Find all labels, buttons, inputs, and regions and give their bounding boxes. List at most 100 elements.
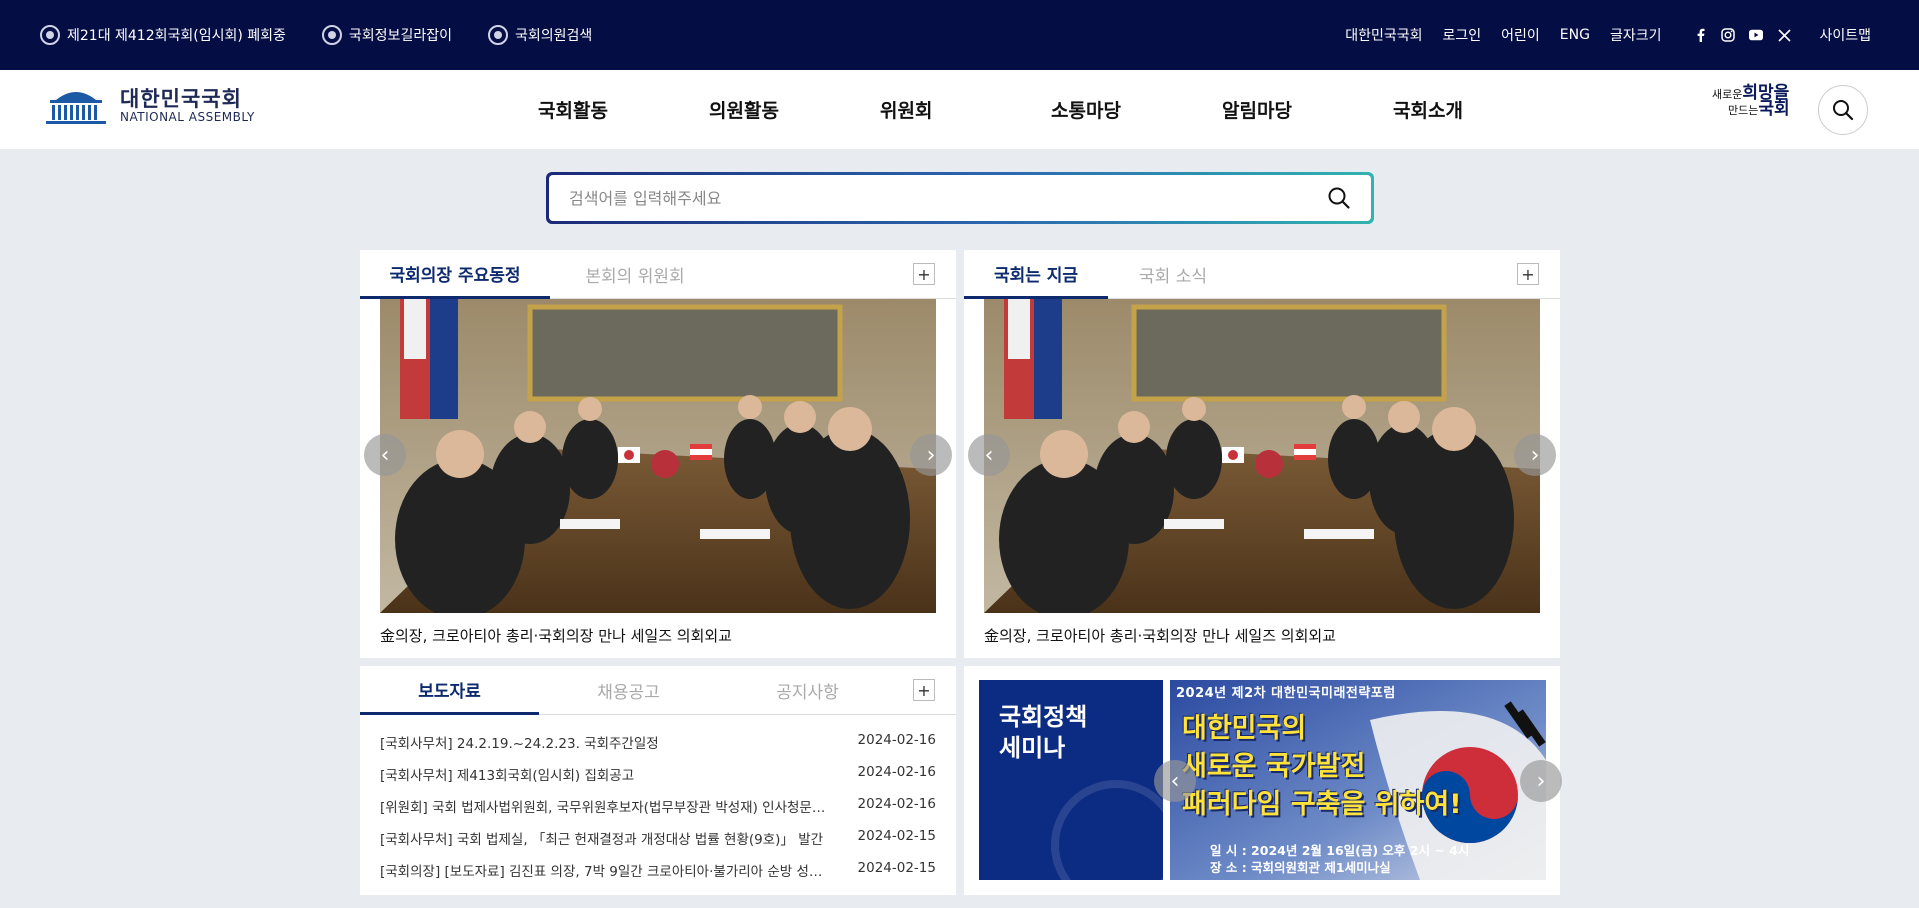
search-icon[interactable] xyxy=(1327,186,1351,210)
list-item-title: [위원회] 국회 법제사법위원회, 국무위원후보자(법무부장관 박성재) 인사청… xyxy=(380,800,826,816)
assembly-building-icon xyxy=(46,92,106,124)
press-tabs: 보도자료 채용공고 공지사항 + xyxy=(360,666,956,715)
tab-speaker-activity[interactable]: 국회의장 주요동정 xyxy=(360,250,550,299)
press-panel: 보도자료 채용공고 공지사항 + [국회사무처] 24.2.19.~24.2.2… xyxy=(360,666,956,895)
list-item-title: [국회사무처] 국회 법제실, 「최근 헌재결정과 개정대상 법률 현황(9호)… xyxy=(380,832,824,848)
more-plus-icon[interactable]: + xyxy=(1517,263,1539,285)
list-item[interactable]: [국회사무처] 제413회국회(임시회) 집회공고 2024-02-16 xyxy=(380,764,936,784)
assembly-emblem-icon xyxy=(321,25,342,45)
next-slide-button[interactable]: › xyxy=(1520,760,1562,802)
slogan-new: 새로운 xyxy=(1712,88,1743,101)
login-link[interactable]: 로그인 xyxy=(1442,25,1481,45)
korea-assembly-link[interactable]: 대한민국국회 xyxy=(1345,25,1422,45)
kids-link[interactable]: 어린이 xyxy=(1501,25,1540,45)
search-icon xyxy=(1833,100,1854,121)
list-item[interactable]: [국회사무처] 국회 법제실, 「최근 헌재결정과 개정대상 법률 현황(9호)… xyxy=(380,828,936,848)
list-item[interactable]: [국회사무처] 24.2.19.~24.2.23. 국회주간일정 2024-02… xyxy=(380,732,936,752)
prev-slide-button[interactable]: ‹ xyxy=(968,434,1010,476)
header-search-button[interactable] xyxy=(1818,85,1868,135)
facebook-icon[interactable] xyxy=(1693,28,1707,42)
list-item-date: 2024-02-15 xyxy=(857,828,936,844)
chevron-left-icon: ‹ xyxy=(380,442,390,468)
english-link[interactable]: ENG xyxy=(1560,27,1590,43)
banner-place: 장 소 : 국회의원회관 제1세미나실 xyxy=(1210,860,1391,875)
search-input[interactable] xyxy=(569,188,1327,208)
info-guide-label: 국회정보길라잡이 xyxy=(348,28,452,44)
list-item-title: [국회의장] [보도자료] 김진표 의장, 7박 9일간 크로아티아·불가리아 … xyxy=(380,864,823,880)
chevron-left-icon: ‹ xyxy=(984,442,994,468)
slogan-assembly: 국회 xyxy=(1758,99,1790,119)
chevron-right-icon: › xyxy=(1530,442,1540,468)
nav-about[interactable]: 국회소개 xyxy=(1393,96,1564,123)
chevron-right-icon: › xyxy=(926,442,936,468)
assembly-now-tabs: 국회는 지금 국회 소식 + xyxy=(964,250,1560,299)
session-status-link[interactable]: 제21대 제412회국회(임시회) 폐회중 xyxy=(40,25,286,45)
assembly-emblem-icon xyxy=(40,25,60,45)
logo-english-text: NATIONAL ASSEMBLY xyxy=(120,110,255,124)
assembly-now-panel: 국회는 지금 국회 소식 + ‹ › 金의장, 크로아티아 총리·국회의장 만나… xyxy=(964,250,1560,658)
assembly-emblem-icon xyxy=(487,25,508,45)
sitemap-link[interactable]: 사이트맵 xyxy=(1819,25,1871,45)
speaker-meeting-photo[interactable] xyxy=(380,299,936,613)
font-size-link[interactable]: 글자크기 xyxy=(1610,25,1662,45)
seminar-title-line1: 국회정책 xyxy=(999,703,1088,731)
prev-slide-button[interactable]: ‹ xyxy=(364,434,406,476)
list-item-date: 2024-02-15 xyxy=(857,860,936,876)
banner-date: 일 시 : 2024년 2월 16일(금) 오후 2시 ~ 4시 xyxy=(1210,843,1470,858)
info-guide-link[interactable]: 국회정보길라잡이 xyxy=(321,25,452,45)
assembly-now-photo[interactable] xyxy=(984,299,1540,613)
next-slide-button[interactable]: › xyxy=(910,434,952,476)
instagram-icon[interactable] xyxy=(1721,28,1736,42)
list-item-date: 2024-02-16 xyxy=(857,796,936,812)
seminar-title-card[interactable]: 국회정책 세미나 xyxy=(979,680,1163,880)
nav-member-activity[interactable]: 의원활동 xyxy=(709,96,880,123)
banner-headline-3: 패러다임 구축을 위하여! xyxy=(1182,789,1462,820)
assembly-seal-icon xyxy=(1051,780,1163,880)
policy-seminar-panel: 국회정책 세미나 2024년 제2차 대한민국미래전략포럼 대한민국의 새로운 … xyxy=(964,666,1562,895)
youtube-icon[interactable] xyxy=(1749,28,1764,42)
banner-headline-1: 대한민국의 xyxy=(1182,713,1307,744)
slogan-make: 만드는 xyxy=(1728,104,1759,117)
assembly-logo[interactable]: 대한민국국회 NATIONAL ASSEMBLY xyxy=(40,86,255,126)
assembly-now-caption[interactable]: 金의장, 크로아티아 총리·국회의장 만나 세일즈 의회외교 xyxy=(984,625,1336,646)
member-search-link[interactable]: 국회의원검색 xyxy=(487,25,593,45)
global-navigation: 국회활동 의원활동 위원회 소통마당 알림마당 국회소개 xyxy=(538,70,1564,149)
nav-notice[interactable]: 알림마당 xyxy=(1222,96,1393,123)
chevron-right-icon: › xyxy=(1536,768,1546,794)
speaker-news-caption[interactable]: 金의장, 크로아티아 총리·국회의장 만나 세일즈 의회외교 xyxy=(380,625,732,646)
nav-committee[interactable]: 위원회 xyxy=(880,96,1051,123)
list-item-title: [국회사무처] 제413회국회(임시회) 집회공고 xyxy=(380,768,635,784)
speaker-activity-panel: 국회의장 주요동정 본회의 위원회 + ‹ › 金의장, 크로아티아 총리·국회… xyxy=(360,250,956,658)
tab-announcements[interactable]: 공지사항 xyxy=(718,666,897,715)
x-icon[interactable] xyxy=(1777,28,1791,42)
nav-communication[interactable]: 소통마당 xyxy=(1051,96,1222,123)
list-item[interactable]: [위원회] 국회 법제사법위원회, 국무위원후보자(법무부장관 박성재) 인사청… xyxy=(380,796,936,816)
member-search-label: 국회의원검색 xyxy=(514,28,593,44)
slogan-logo: 새로운희망을 만드는국회 xyxy=(1712,85,1792,132)
session-status-label: 제21대 제412회국회(임시회) 폐회중 xyxy=(67,28,286,44)
list-item-date: 2024-02-16 xyxy=(857,764,936,780)
tab-recruitment[interactable]: 채용공고 xyxy=(539,666,718,715)
tab-plenary-committee[interactable]: 본회의 위원회 xyxy=(550,250,720,299)
more-plus-icon[interactable]: + xyxy=(913,263,935,285)
more-plus-icon[interactable]: + xyxy=(913,679,935,701)
utility-bar: 제21대 제412회국회(임시회) 폐회중 국회정보길라잡이 국회의원검색 대한… xyxy=(0,0,1919,70)
banner-headline-2: 새로운 국가발전 xyxy=(1182,751,1366,782)
prev-slide-button[interactable]: ‹ xyxy=(1154,760,1196,802)
tab-press-release[interactable]: 보도자료 xyxy=(360,666,539,715)
list-item-title: [국회사무처] 24.2.19.~24.2.23. 국회주간일정 xyxy=(380,736,659,752)
nav-assembly-activity[interactable]: 국회활동 xyxy=(538,96,709,123)
seminar-banner[interactable]: 2024년 제2차 대한민국미래전략포럼 대한민국의 새로운 국가발전 패러다임… xyxy=(1170,680,1546,880)
list-item-date: 2024-02-16 xyxy=(857,732,936,748)
banner-forum-title: 2024년 제2차 대한민국미래전략포럼 xyxy=(1176,686,1396,701)
next-slide-button[interactable]: › xyxy=(1514,434,1556,476)
speaker-tabs: 국회의장 주요동정 본회의 위원회 + xyxy=(360,250,956,299)
seminar-title-line2: 세미나 xyxy=(999,734,1066,762)
chevron-left-icon: ‹ xyxy=(1170,768,1180,794)
main-search-bar xyxy=(546,172,1374,224)
logo-korean-text: 대한민국국회 xyxy=(120,87,242,111)
tab-assembly-now[interactable]: 국회는 지금 xyxy=(964,250,1108,299)
list-item[interactable]: [국회의장] [보도자료] 김진표 의장, 7박 9일간 크로아티아·불가리아 … xyxy=(380,860,936,880)
tab-assembly-news[interactable]: 국회 소식 xyxy=(1108,250,1238,299)
main-header: 대한민국국회 NATIONAL ASSEMBLY 국회활동 의원활동 위원회 소… xyxy=(0,70,1919,149)
